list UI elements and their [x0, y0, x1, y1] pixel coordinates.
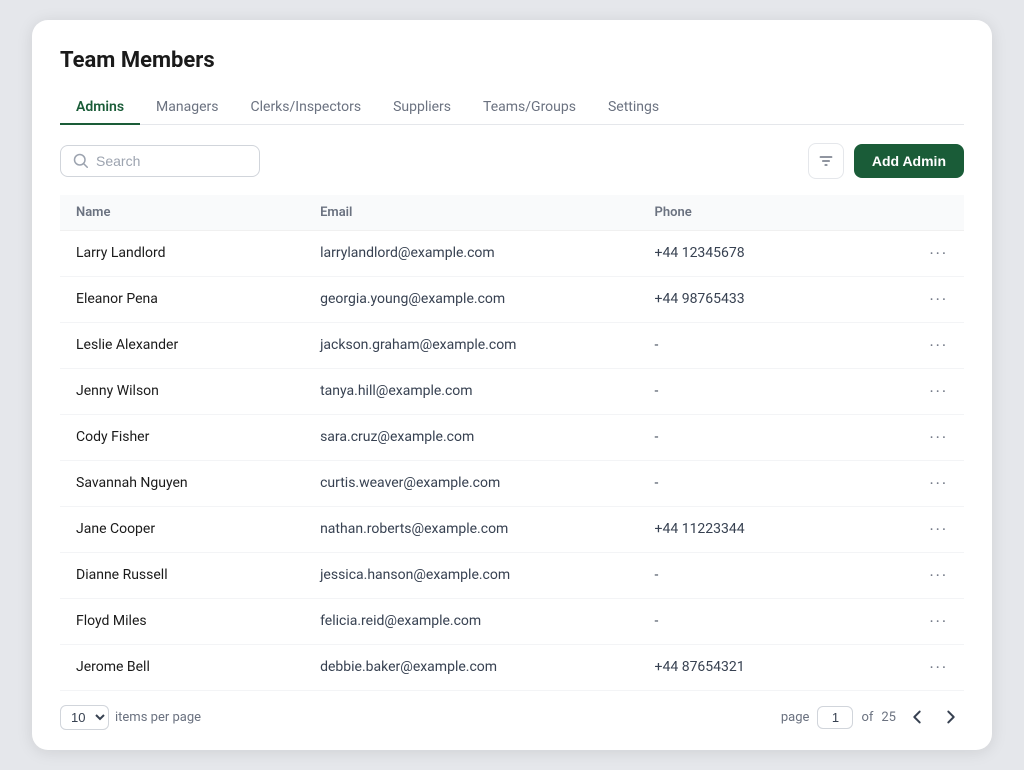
page-input[interactable]	[817, 706, 853, 729]
cell-name-6: Jane Cooper	[60, 506, 304, 552]
cell-actions-4[interactable]: ···	[874, 414, 964, 460]
cell-actions-0[interactable]: ···	[874, 230, 964, 276]
col-header-name: Name	[60, 195, 304, 231]
cell-actions-2[interactable]: ···	[874, 322, 964, 368]
cell-email-4: sara.cruz@example.com	[304, 414, 638, 460]
cell-phone-3: -	[639, 368, 874, 414]
cell-phone-8: -	[639, 598, 874, 644]
pagination: 10 25 50 items per page page of 25	[60, 705, 964, 730]
cell-actions-5[interactable]: ···	[874, 460, 964, 506]
cell-actions-9[interactable]: ···	[874, 644, 964, 690]
cell-actions-8[interactable]: ···	[874, 598, 964, 644]
tab-teams[interactable]: Teams/Groups	[467, 91, 592, 125]
chevron-right-icon	[942, 708, 960, 726]
cell-phone-9: +44 87654321	[639, 644, 874, 690]
per-page-control: 10 25 50 items per page	[60, 705, 201, 730]
table-row: Jerome Bell debbie.baker@example.com +44…	[60, 644, 964, 690]
cell-name-9: Jerome Bell	[60, 644, 304, 690]
filter-button[interactable]	[808, 143, 844, 179]
cell-actions-3[interactable]: ···	[874, 368, 964, 414]
cell-name-2: Leslie Alexander	[60, 322, 304, 368]
table-row: Savannah Nguyen curtis.weaver@example.co…	[60, 460, 964, 506]
chevron-left-icon	[908, 708, 926, 726]
table-row: Jane Cooper nathan.roberts@example.com +…	[60, 506, 964, 552]
cell-email-5: curtis.weaver@example.com	[304, 460, 638, 506]
members-table: Name Email Phone Larry Landlord larrylan…	[60, 195, 964, 691]
tab-bar: Admins Managers Clerks/Inspectors Suppli…	[60, 91, 964, 125]
add-admin-button[interactable]: Add Admin	[854, 144, 964, 178]
table-row: Dianne Russell jessica.hanson@example.co…	[60, 552, 964, 598]
table-header-row: Name Email Phone	[60, 195, 964, 231]
filter-icon	[818, 153, 834, 169]
table-row: Floyd Miles felicia.reid@example.com - ·…	[60, 598, 964, 644]
cell-name-5: Savannah Nguyen	[60, 460, 304, 506]
cell-name-3: Jenny Wilson	[60, 368, 304, 414]
cell-email-3: tanya.hill@example.com	[304, 368, 638, 414]
page-navigation: page of 25	[781, 706, 964, 729]
table-row: Larry Landlord larrylandlord@example.com…	[60, 230, 964, 276]
cell-name-0: Larry Landlord	[60, 230, 304, 276]
page-label: page	[781, 710, 810, 725]
cell-email-9: debbie.baker@example.com	[304, 644, 638, 690]
cell-name-8: Floyd Miles	[60, 598, 304, 644]
per-page-select[interactable]: 10 25 50	[60, 705, 109, 730]
cell-phone-2: -	[639, 322, 874, 368]
cell-phone-1: +44 98765433	[639, 276, 874, 322]
cell-actions-6[interactable]: ···	[874, 506, 964, 552]
table-row: Cody Fisher sara.cruz@example.com - ···	[60, 414, 964, 460]
col-header-actions	[874, 195, 964, 231]
cell-phone-5: -	[639, 460, 874, 506]
cell-name-7: Dianne Russell	[60, 552, 304, 598]
cell-email-8: felicia.reid@example.com	[304, 598, 638, 644]
cell-email-7: jessica.hanson@example.com	[304, 552, 638, 598]
page-title: Team Members	[60, 48, 964, 73]
cell-email-6: nathan.roberts@example.com	[304, 506, 638, 552]
table-row: Eleanor Pena georgia.young@example.com +…	[60, 276, 964, 322]
tab-settings[interactable]: Settings	[592, 91, 675, 125]
tab-admins[interactable]: Admins	[60, 91, 140, 125]
col-header-email: Email	[304, 195, 638, 231]
tab-suppliers[interactable]: Suppliers	[377, 91, 467, 125]
cell-email-1: georgia.young@example.com	[304, 276, 638, 322]
cell-phone-0: +44 12345678	[639, 230, 874, 276]
per-page-label: items per page	[115, 710, 201, 725]
next-page-button[interactable]	[938, 706, 964, 728]
table-row: Jenny Wilson tanya.hill@example.com - ··…	[60, 368, 964, 414]
cell-phone-6: +44 11223344	[639, 506, 874, 552]
tab-managers[interactable]: Managers	[140, 91, 234, 125]
col-header-phone: Phone	[639, 195, 874, 231]
main-card: Team Members Admins Managers Clerks/Insp…	[32, 20, 992, 750]
cell-name-1: Eleanor Pena	[60, 276, 304, 322]
cell-email-0: larrylandlord@example.com	[304, 230, 638, 276]
cell-name-4: Cody Fisher	[60, 414, 304, 460]
toolbar: Add Admin	[60, 143, 964, 179]
prev-page-button[interactable]	[904, 706, 930, 728]
table-row: Leslie Alexander jackson.graham@example.…	[60, 322, 964, 368]
search-wrapper	[60, 145, 260, 177]
cell-phone-7: -	[639, 552, 874, 598]
search-icon	[73, 153, 88, 168]
cell-email-2: jackson.graham@example.com	[304, 322, 638, 368]
tab-clerks[interactable]: Clerks/Inspectors	[235, 91, 378, 125]
of-label: of	[861, 710, 873, 725]
cell-actions-1[interactable]: ···	[874, 276, 964, 322]
search-input[interactable]	[96, 153, 247, 169]
cell-actions-7[interactable]: ···	[874, 552, 964, 598]
toolbar-right: Add Admin	[808, 143, 964, 179]
cell-phone-4: -	[639, 414, 874, 460]
total-pages: 25	[881, 710, 896, 725]
